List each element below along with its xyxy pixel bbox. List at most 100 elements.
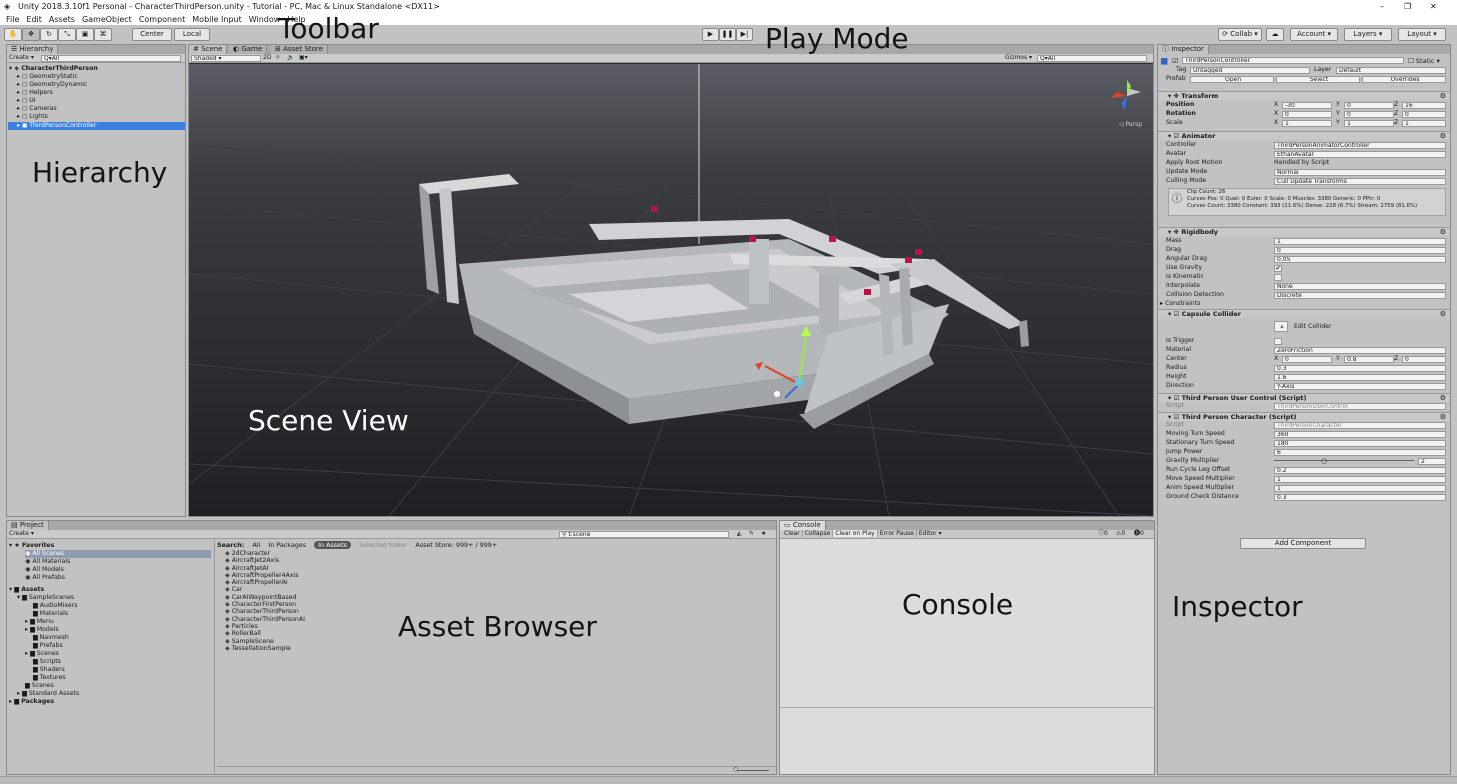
tab-scene[interactable]: # Scene (189, 45, 228, 54)
menu-gameobject[interactable]: GameObject (82, 15, 132, 24)
filter-asset-store[interactable]: Asset Store: 999+ / 999+ (415, 541, 497, 549)
lighting-toggle-icon[interactable]: ☼ (275, 54, 280, 62)
folder-item[interactable]: ▸ ▆ Standard Assets (17, 690, 79, 698)
capsule-collider-header[interactable]: ▾ ☑ Capsule Collider ⚙ (1158, 309, 1450, 318)
folder-item[interactable]: ▾ ▆ SampleScenes (17, 594, 74, 602)
tab-inspector[interactable]: ⓘ Inspector (1158, 45, 1209, 54)
rotation-x-field[interactable]: 0 (1282, 111, 1332, 118)
console-clear-button[interactable]: Clear (782, 530, 803, 537)
asset-list-item[interactable]: ◈ CharacterThirdPerson (225, 608, 305, 615)
use-gravity-checkbox[interactable]: ✔ (1274, 265, 1282, 272)
center-x-field[interactable]: 0 (1282, 356, 1332, 363)
folder-item[interactable]: ▸ ▆ Models (25, 626, 59, 634)
component-menu-icon[interactable]: ⚙ (1440, 92, 1446, 100)
update-mode-dropdown[interactable]: Normal (1274, 169, 1446, 176)
component-menu-icon[interactable]: ⚙ (1440, 228, 1446, 236)
gizmos-dropdown[interactable]: Gizmos ▾ (1005, 54, 1032, 62)
search-by-type-icon[interactable]: ◭ (737, 530, 742, 538)
gravity-multiplier-slider[interactable] (1274, 460, 1414, 461)
close-button[interactable]: ✕ (1430, 0, 1437, 14)
asset-list-item[interactable]: ◈ SampleScene (225, 638, 305, 645)
asset-list-item[interactable]: ◈ 2dCharacter (225, 550, 305, 557)
material-field[interactable]: ZeroFriction (1274, 347, 1446, 354)
slider-thumb[interactable]: ○ (733, 766, 738, 773)
pause-button[interactable]: ❚❚ (719, 28, 736, 41)
rigidbody-header[interactable]: ▾ ✥ Rigidbody ⚙ (1158, 227, 1450, 236)
folder-item[interactable]: ▆ Scenes (25, 682, 54, 690)
icon-size-slider[interactable] (737, 770, 769, 771)
tag-dropdown[interactable]: Untagged (1190, 67, 1310, 74)
interpolate-dropdown[interactable]: None (1274, 283, 1446, 290)
asset-list-item[interactable]: ◈ AircraftPropellerAI (225, 579, 305, 586)
folder-item[interactable]: ▆ Navmesh (33, 634, 69, 642)
asset-list-item[interactable]: ◈ TessellationSample (225, 645, 305, 652)
folder-item[interactable]: ▆ Scripts (33, 658, 61, 666)
angular-drag-field[interactable]: 0.05 (1274, 256, 1446, 263)
is-kinematic-checkbox[interactable] (1274, 274, 1282, 281)
project-create-button[interactable]: Create ▾ (9, 530, 34, 537)
move-tool-icon[interactable]: ✥ (22, 28, 40, 41)
favorite-item[interactable]: ◉ All Models (25, 566, 64, 574)
folder-item[interactable]: ▆ Prefabs (33, 642, 63, 650)
menu-assets[interactable]: Assets (49, 15, 75, 24)
asset-list-item[interactable]: ◈ AircraftJet2Axis (225, 557, 305, 564)
favorite-item[interactable]: ◉ All Prefabs (25, 574, 65, 582)
favorite-item[interactable]: ◉ All Materials (25, 558, 70, 566)
constraints-foldout[interactable]: ▸ Constraints (1160, 300, 1200, 308)
slider-thumb[interactable]: ○ (1321, 457, 1327, 465)
anim-speed-multiplier-field[interactable]: 1 (1274, 485, 1446, 492)
menu-edit[interactable]: Edit (26, 15, 42, 24)
scale-tool-icon[interactable]: ⤡ (58, 28, 76, 41)
scale-z-field[interactable]: 1 (1402, 120, 1446, 127)
favorites-star-icon[interactable]: ★ (761, 530, 766, 538)
component-menu-icon[interactable]: ⚙ (1440, 413, 1446, 421)
folder-item[interactable]: ▆ Shaders (33, 666, 65, 674)
folder-item[interactable]: ▆ Textures (33, 674, 66, 682)
hierarchy-item[interactable]: ▸ ◻ UI (17, 97, 36, 105)
tab-game[interactable]: ◐ Game (229, 45, 268, 54)
asset-list-item[interactable]: ◈ CharacterFirstPerson (225, 601, 305, 608)
asset-list-item[interactable]: ◈ RollerBall (225, 630, 305, 637)
drag-field[interactable]: 0 (1274, 247, 1446, 254)
transform-header[interactable]: ▾ ✥ Transform ⚙ (1158, 91, 1450, 100)
pivot-center-toggle[interactable]: Center (132, 28, 172, 41)
rotation-y-field[interactable]: 0 (1344, 111, 1394, 118)
console-error-counter[interactable]: ⓿0 (1134, 530, 1144, 538)
direction-dropdown[interactable]: Y-Axis (1274, 383, 1446, 390)
persp-label[interactable]: ◁ Persp (1119, 121, 1142, 128)
project-search-input[interactable]: ⚲ t:scene (559, 531, 729, 538)
rect-tool-icon[interactable]: ▣ (76, 28, 94, 41)
folder-item[interactable]: ▸ ▆ Menu (25, 618, 54, 626)
hierarchy-item[interactable]: ▸ ◻ GeometryStatic (17, 73, 78, 81)
menu-window[interactable]: Window (249, 15, 281, 24)
filter-all[interactable]: All (252, 541, 260, 549)
add-component-button[interactable]: Add Component (1240, 538, 1366, 549)
asset-list-item[interactable]: ◈ CharacterThirdPersonAI (225, 616, 305, 623)
active-checkbox[interactable]: ☑ (1172, 57, 1178, 65)
asset-list-item[interactable]: ◈ CarAIWaypointBased (225, 594, 305, 601)
console-error-pause-toggle[interactable]: Error Pause (877, 530, 917, 537)
culling-mode-dropdown[interactable]: Cull Update Transforms (1274, 178, 1446, 185)
avatar-field[interactable]: EthanAvatar (1274, 151, 1446, 158)
transform-tool-icon[interactable]: ⌘ (94, 28, 112, 41)
favorites-foldout[interactable]: ▾ ★ Favorites (9, 542, 54, 550)
assets-foldout[interactable]: ▾ ▆ Assets (9, 586, 44, 594)
gravity-multiplier-field[interactable]: 2 (1418, 458, 1446, 465)
layer-dropdown[interactable]: Default (1336, 67, 1446, 74)
tab-project[interactable]: ▤ Project (7, 521, 49, 530)
tab-hierarchy[interactable]: ☰ Hierarchy (7, 45, 59, 54)
filter-selected-folder[interactable]: Selected folder (359, 541, 407, 549)
rotate-tool-icon[interactable]: ↻ (40, 28, 58, 41)
asset-list-item[interactable]: ◈ Car (225, 586, 305, 593)
hierarchy-scene-root[interactable]: ▾ ◈ CharacterThirdPerson (9, 65, 98, 73)
hierarchy-create-button[interactable]: Create ▾ (9, 54, 34, 61)
maximize-button[interactable]: ❐ (1404, 0, 1411, 14)
console-editor-dropdown[interactable]: Editor ▾ (917, 530, 944, 537)
controller-field[interactable]: ThirdPersonAnimatorController (1274, 142, 1446, 149)
minimize-button[interactable]: – (1380, 0, 1384, 14)
height-field[interactable]: 1.6 (1274, 374, 1446, 381)
folder-item[interactable]: ▆ AudioMixers (33, 602, 77, 610)
filter-in-assets[interactable]: In Assets (314, 541, 351, 549)
edit-collider-icon[interactable]: ⩓ (1274, 321, 1288, 332)
console-collapse-button[interactable]: Collapse (802, 530, 834, 537)
